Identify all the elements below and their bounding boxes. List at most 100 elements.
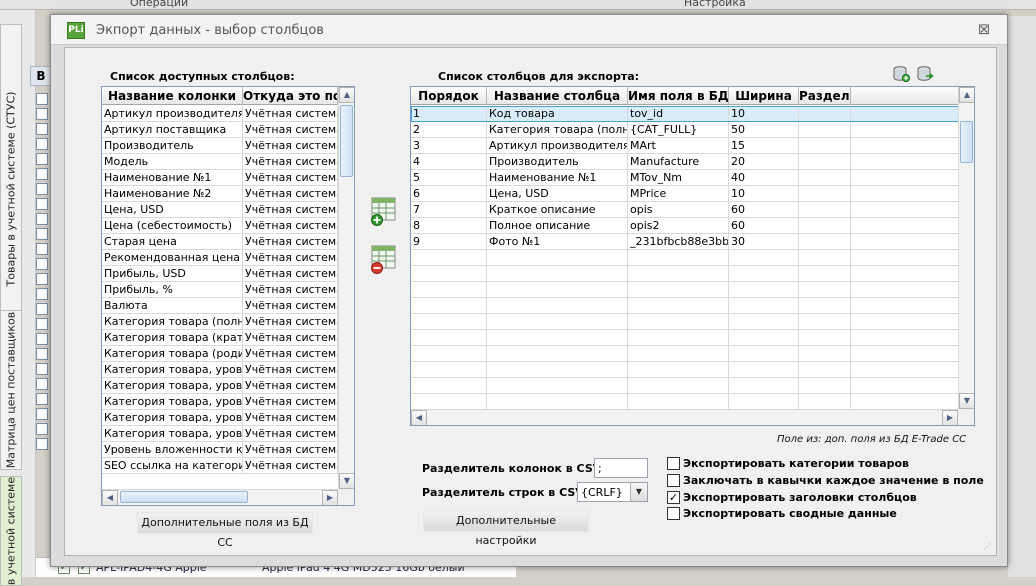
export-table-row[interactable]: 9 Фото №1 _231bfbcb88e3bbfb 30 [411, 234, 959, 250]
available-table-row[interactable]: Артикул поставщика Учётная система [102, 122, 338, 138]
available-table-row[interactable]: Прибыль, USD Учётная система [102, 266, 338, 282]
additional-settings-button[interactable]: Дополнительные настройки [423, 510, 589, 547]
export-cell-filler [851, 122, 959, 138]
extra-db-fields-button[interactable]: Дополнительные поля из БД СС [137, 512, 313, 549]
export-horizontal-scrollbar[interactable]: ◀ ▶ [411, 409, 958, 425]
remove-column-icon[interactable] [369, 244, 397, 274]
export-table-row[interactable]: 4 Производитель Manufacture 20 [411, 154, 959, 170]
export-scroll-left-icon[interactable]: ◀ [411, 410, 427, 425]
checkbox-export-summary[interactable] [667, 507, 680, 520]
export-empty-row[interactable] [411, 362, 959, 378]
available-table-row[interactable]: Валюта Учётная система [102, 298, 338, 314]
export-columns-grid[interactable]: Порядок Название столбца Имя поля в БД Ш… [410, 86, 975, 426]
export-empty-row[interactable] [411, 378, 959, 394]
export-empty-row[interactable] [411, 394, 959, 410]
export-table-row[interactable]: 5 Наименование №1 MTov_Nm 40 [411, 170, 959, 186]
export-cell-filler [851, 234, 959, 250]
available-vertical-scrollbar[interactable]: ▲ ▼ [338, 87, 354, 489]
available-table-row[interactable]: Категория товара, уровеньУчётная система [102, 378, 338, 394]
available-vertical-thumb[interactable] [340, 105, 353, 177]
export-table-row[interactable]: 8 Полное описание opis2 60 [411, 218, 959, 234]
export-empty-row[interactable] [411, 250, 959, 266]
option-export-headers[interactable]: ✓ Экспортировать заголовки столбцов [667, 490, 917, 505]
resize-grip-icon[interactable]: ⋰ [983, 542, 993, 552]
export-vertical-scrollbar[interactable]: ▲ ▼ [958, 87, 974, 409]
available-table-row[interactable]: Цена, USD Учётная система [102, 202, 338, 218]
available-columns-label: Список доступных столбцов: [110, 70, 295, 83]
export-cell-separator [799, 186, 851, 202]
dialog-titlebar[interactable]: PLi Экпорт данных - выбор столбцов ⊠ [51, 15, 1007, 45]
add-database-icon[interactable] [893, 66, 911, 83]
export-database-icon[interactable] [917, 66, 935, 82]
available-table-row[interactable]: Категория товара, уровеньУчётная система [102, 394, 338, 410]
available-table-row[interactable]: Категория товара (родитель)Учётная систе… [102, 346, 338, 362]
scroll-right-icon[interactable]: ▶ [322, 490, 338, 505]
available-table-row[interactable]: Прибыль, % Учётная система [102, 282, 338, 298]
add-column-icon[interactable] [369, 196, 397, 226]
available-table-row[interactable]: Цена (себестоимость) Учётная система [102, 218, 338, 234]
export-empty-row[interactable] [411, 346, 959, 362]
checkbox-export-headers[interactable]: ✓ [667, 491, 680, 504]
available-table-row[interactable]: Уровень вложенности категорииУчётная сис… [102, 442, 338, 458]
available-table-row[interactable]: Производитель Учётная система [102, 138, 338, 154]
export-empty-row[interactable] [411, 282, 959, 298]
export-scroll-up-icon[interactable]: ▲ [959, 87, 974, 103]
vtab-accounting-goods[interactable]: Товары в учетной системе (СТУС) [0, 24, 22, 354]
vtab-accounting-system[interactable]: в учетной системе [0, 476, 22, 586]
scroll-up-icon[interactable]: ▲ [339, 87, 354, 103]
export-cell-separator [799, 218, 851, 234]
checkbox-quote-values[interactable] [667, 474, 680, 487]
close-icon[interactable]: ⊠ [975, 20, 993, 38]
export-header-width[interactable]: Ширина [729, 87, 799, 105]
available-table-row[interactable]: Категория товара, уровеньУчётная система [102, 426, 338, 442]
export-cell-column-name [487, 282, 628, 298]
available-table-row[interactable]: Наименование №1 Учётная система [102, 170, 338, 186]
option-export-summary[interactable]: Экспортировать сводные данные [667, 506, 897, 521]
available-columns-grid[interactable]: Название колонки Откуда это поле Артикул… [101, 86, 355, 506]
option-export-categories[interactable]: Экспортировать категории товаров [667, 456, 909, 471]
export-scroll-right-icon[interactable]: ▶ [942, 410, 958, 425]
available-table-row[interactable]: SEO ссылка на категорию Учётная система [102, 458, 338, 474]
available-table-row[interactable]: Категория товара (полная)Учётная система [102, 314, 338, 330]
available-table-row[interactable]: Наименование №2 Учётная система [102, 186, 338, 202]
menu-settings[interactable]: Настройка [684, 0, 746, 9]
available-table-row[interactable]: Категория товара, уровеньУчётная система [102, 362, 338, 378]
available-horizontal-thumb[interactable] [120, 491, 248, 503]
available-table-row[interactable]: Категория товара, уровеньУчётная система [102, 410, 338, 426]
export-empty-row[interactable] [411, 266, 959, 282]
available-table-row[interactable]: Категория товара (краткая)Учётная систем… [102, 330, 338, 346]
available-table-row[interactable]: Рекомендованная цена Учётная система [102, 250, 338, 266]
available-table-row[interactable]: Артикул производителя Учётная система [102, 106, 338, 122]
export-empty-row[interactable] [411, 298, 959, 314]
available-table-row[interactable]: Модель Учётная система [102, 154, 338, 170]
available-grid-header: Название колонки Откуда это поле [102, 87, 338, 105]
menu-operations[interactable]: Операции [130, 0, 188, 9]
export-header-column-name[interactable]: Название столбца [487, 87, 628, 105]
option-quote-values[interactable]: Заключать в кавычки каждое значение в по… [667, 473, 984, 488]
export-vertical-thumb[interactable] [960, 121, 973, 163]
export-table-row[interactable]: 1 Код товара tov_id 10 [411, 106, 959, 122]
export-table-row[interactable]: 7 Краткое описание opis 60 [411, 202, 959, 218]
export-table-row[interactable]: 2Категория товара (полная){CAT_FULL}50 [411, 122, 959, 138]
export-table-row[interactable]: 3 Артикул производителя MArt 15 [411, 138, 959, 154]
scroll-left-icon[interactable]: ◀ [102, 490, 118, 505]
export-header-order[interactable]: Порядок [411, 87, 487, 105]
chevron-down-icon[interactable]: ▼ [630, 483, 647, 501]
row-separator-select[interactable]: {CRLF} ▼ [577, 482, 648, 502]
column-separator-input[interactable] [594, 458, 648, 478]
available-horizontal-scrollbar[interactable]: ◀ ▶ [102, 489, 338, 505]
checkbox-export-categories[interactable] [667, 457, 680, 470]
export-header-separator[interactable]: Раздели [799, 87, 851, 105]
export-table-row[interactable]: 6 Цена, USD MPrice 10 [411, 186, 959, 202]
export-empty-row[interactable] [411, 330, 959, 346]
vtab-supplier-price-matrix[interactable]: Матрица цен поставщиков [0, 310, 22, 470]
available-cell-name: Прибыль, % [102, 282, 243, 298]
export-empty-row[interactable] [411, 314, 959, 330]
scroll-down-icon[interactable]: ▼ [339, 473, 354, 489]
available-table-row[interactable]: Старая цена Учётная система [102, 234, 338, 250]
export-header-db-field[interactable]: Имя поля в БД [628, 87, 729, 105]
available-header-source[interactable]: Откуда это поле [243, 87, 338, 105]
available-header-name[interactable]: Название колонки [102, 87, 243, 105]
export-cell-separator [799, 314, 851, 330]
export-scroll-down-icon[interactable]: ▼ [959, 393, 974, 409]
